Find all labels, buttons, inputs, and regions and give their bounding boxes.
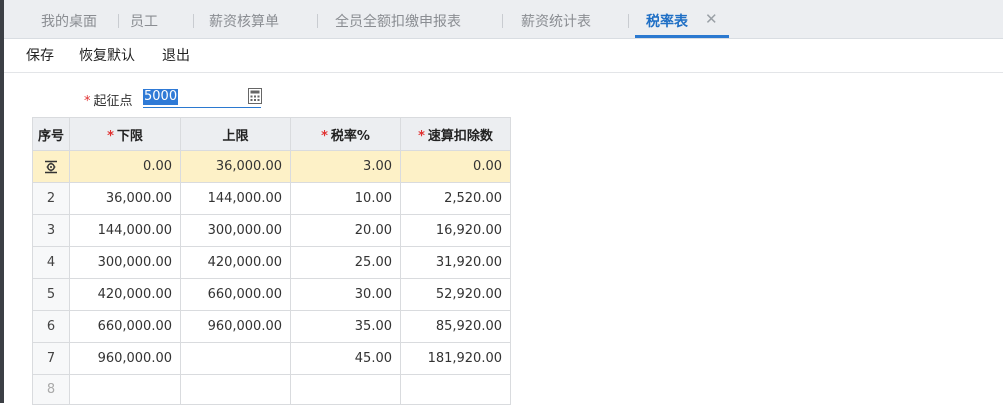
deduction-cell[interactable]: 2,520.00: [400, 182, 511, 215]
tab-payroll-sheet[interactable]: 薪资核算单: [209, 0, 279, 38]
row-index-cell: 7: [32, 342, 70, 375]
rate-cell[interactable]: 10.00: [290, 182, 401, 215]
col-header-upper[interactable]: 上限: [180, 117, 291, 151]
deduction-cell[interactable]: 85,920.00: [400, 310, 511, 343]
exit-button[interactable]: 退出: [162, 39, 190, 72]
calculator-icon[interactable]: [248, 88, 262, 104]
deduction-cell[interactable]: 0.00: [400, 150, 511, 183]
lower-cell[interactable]: 144,000.00: [69, 214, 181, 247]
deduction-cell[interactable]: 181,920.00: [400, 342, 511, 375]
lower-cell[interactable]: 36,000.00: [69, 182, 181, 215]
rate-cell[interactable]: 45.00: [290, 342, 401, 375]
upper-cell[interactable]: 960,000.00: [180, 310, 291, 343]
tab-payroll-statistics[interactable]: 薪资统计表: [521, 0, 591, 38]
col-header-label: 下限: [116, 128, 143, 144]
deduction-cell[interactable]: 31,920.00: [400, 246, 511, 279]
tab-withholding-report[interactable]: 全员全额扣缴申报表: [335, 0, 461, 38]
tab-separator: [502, 14, 503, 28]
table-row[interactable]: 2 36,000.00 144,000.00 10.00 2,520.00: [32, 182, 511, 215]
row-index-cell: 8: [32, 374, 70, 405]
table-header-row: 序号 * 下限 上限 * 税率% * 速算扣除数: [32, 117, 511, 151]
threshold-input-value: 5000: [143, 89, 179, 105]
restore-default-button[interactable]: 恢复默认: [79, 39, 135, 72]
table-row[interactable]: 3 144,000.00 300,000.00 20.00 16,920.00: [32, 214, 511, 247]
col-header-rate[interactable]: * 税率%: [290, 117, 401, 151]
col-header-label: 税率%: [330, 128, 370, 144]
upper-cell[interactable]: 300,000.00: [180, 214, 291, 247]
tab-separator: [317, 14, 318, 28]
deduction-cell[interactable]: 52,920.00: [400, 278, 511, 311]
rate-cell[interactable]: 25.00: [290, 246, 401, 279]
lower-cell[interactable]: 420,000.00: [69, 278, 181, 311]
tab-separator: [118, 14, 119, 28]
col-header-index: 序号: [32, 117, 70, 151]
upper-cell[interactable]: 36,000.00: [180, 150, 291, 183]
tab-separator: [193, 14, 194, 28]
table-row[interactable]: 7 960,000.00 45.00 181,920.00: [32, 342, 511, 375]
tab-employees[interactable]: 员工: [130, 0, 158, 38]
rate-cell[interactable]: 3.00: [290, 150, 401, 183]
lower-cell[interactable]: [69, 374, 181, 405]
deduction-cell[interactable]: [400, 374, 511, 405]
upper-cell[interactable]: 420,000.00: [180, 246, 291, 279]
row-index-cell: 6: [32, 310, 70, 343]
required-marker: *: [84, 94, 91, 109]
tab-separator: [628, 14, 629, 28]
col-header-label: 上限: [222, 128, 249, 144]
toolbar: 保存 恢复默认 退出: [4, 39, 1003, 73]
col-header-label: 序号: [37, 128, 64, 144]
rate-cell[interactable]: 35.00: [290, 310, 401, 343]
row-index-cell: 2: [32, 182, 70, 215]
tab-tax-rate-table[interactable]: 税率表: [646, 0, 688, 38]
lower-cell[interactable]: 300,000.00: [69, 246, 181, 279]
upper-cell[interactable]: [180, 374, 291, 405]
lower-cell[interactable]: 660,000.00: [69, 310, 181, 343]
table-row[interactable]: 0.00 36,000.00 3.00 0.00: [32, 150, 511, 183]
upper-cell[interactable]: 660,000.00: [180, 278, 291, 311]
col-header-label: 速算扣除数: [427, 128, 493, 144]
threshold-label: * 起征点: [84, 90, 133, 109]
required-marker: *: [321, 128, 328, 144]
lower-cell[interactable]: 960,000.00: [69, 342, 181, 375]
row-index-cell: 3: [32, 214, 70, 247]
table-row[interactable]: 8: [32, 374, 511, 405]
deduction-cell[interactable]: 16,920.00: [400, 214, 511, 247]
save-button[interactable]: 保存: [26, 39, 54, 72]
col-header-deduction[interactable]: * 速算扣除数: [400, 117, 511, 151]
upper-cell[interactable]: 144,000.00: [180, 182, 291, 215]
rate-cell[interactable]: 20.00: [290, 214, 401, 247]
required-marker: *: [107, 128, 114, 144]
table-row[interactable]: 6 660,000.00 960,000.00 35.00 85,920.00: [32, 310, 511, 343]
tax-rate-table: 序号 * 下限 上限 * 税率% * 速算扣除数 0.00 36,000.00 …: [32, 117, 511, 405]
required-marker: *: [418, 128, 425, 144]
lower-cell[interactable]: 0.00: [69, 150, 181, 183]
table-row[interactable]: 4 300,000.00 420,000.00 25.00 31,920.00: [32, 246, 511, 279]
row-index-cell: 5: [32, 278, 70, 311]
col-header-lower[interactable]: * 下限: [69, 117, 181, 151]
rate-cell[interactable]: [290, 374, 401, 405]
row-settings-icon[interactable]: [43, 159, 59, 175]
rate-cell[interactable]: 30.00: [290, 278, 401, 311]
tab-my-desktop[interactable]: 我的桌面: [41, 0, 97, 38]
table-row[interactable]: 5 420,000.00 660,000.00 30.00 52,920.00: [32, 278, 511, 311]
row-index-cell: 4: [32, 246, 70, 279]
threshold-label-text: 起征点: [93, 94, 133, 109]
close-icon[interactable]: ✕: [705, 12, 719, 27]
row-index-cell[interactable]: [32, 150, 70, 183]
active-tab-indicator: [635, 35, 729, 38]
tab-bar: 我的桌面 员工 薪资核算单 全员全额扣缴申报表 薪资统计表 税率表 ✕: [4, 0, 1003, 39]
upper-cell[interactable]: [180, 342, 291, 375]
